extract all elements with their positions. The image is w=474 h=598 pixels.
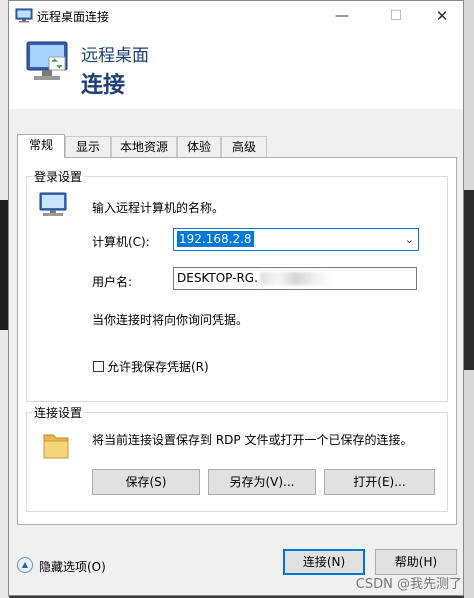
- rdp-window: 远程桌面连接 — ☐ ✕ 远程桌面 连接 常规 显示 本地资源 体验 高级 登录…: [8, 0, 464, 596]
- username-field[interactable]: DESKTOP-RG.: [173, 267, 417, 290]
- chevron-down-icon[interactable]: ⌄: [405, 229, 414, 250]
- save-credentials-checkbox[interactable]: [93, 361, 104, 372]
- credentials-info: 当你连接时将向你询问凭据。: [92, 313, 249, 327]
- login-settings-group: 登录设置 输入远程计算机的名称。 计算机(C): 192.168.2.8 ⌄ 用…: [26, 168, 448, 402]
- tab-advanced[interactable]: 高级: [221, 136, 267, 157]
- folder-icon: [43, 434, 69, 459]
- login-settings-label: 登录设置: [32, 168, 85, 185]
- remote-desktop-monitor-icon: [26, 41, 68, 80]
- tab-local-resources[interactable]: 本地资源: [111, 136, 177, 157]
- help-button[interactable]: 帮助(H): [375, 549, 457, 575]
- computer-icon: [39, 192, 67, 216]
- computer-label: 计算机(C):: [92, 235, 150, 249]
- username-label: 用户名:: [92, 275, 133, 289]
- tab-general[interactable]: 常规: [17, 134, 65, 158]
- close-button[interactable]: ✕: [419, 1, 465, 31]
- connection-settings-group: 连接设置 将当前连接设置保存到 RDP 文件或打开一个已保存的连接。 保存(S)…: [26, 404, 448, 512]
- login-prompt: 输入远程计算机的名称。: [92, 201, 225, 215]
- redacted-blur: [259, 272, 332, 285]
- save-as-button[interactable]: 另存为(V)...: [208, 469, 316, 495]
- chevron-up-icon[interactable]: ▲: [17, 557, 33, 573]
- remote-desktop-icon: [15, 8, 33, 23]
- window-title: 远程桌面连接: [37, 10, 110, 24]
- header-title-line2: 连接: [81, 73, 126, 98]
- computer-value: 192.168.2.8: [177, 231, 254, 247]
- watermark-text: CSDN @我先测了: [355, 577, 462, 592]
- tab-experience[interactable]: 体验: [177, 136, 221, 157]
- username-value: DESKTOP-RG.: [177, 271, 258, 285]
- background-app-right: [464, 0, 474, 598]
- connection-desc: 将当前连接设置保存到 RDP 文件或打开一个已保存的连接。: [92, 433, 413, 447]
- connection-settings-label: 连接设置: [32, 404, 85, 421]
- minimize-button[interactable]: —: [319, 1, 365, 31]
- maximize-button[interactable]: ☐: [373, 1, 419, 31]
- computer-combobox[interactable]: 192.168.2.8 ⌄: [173, 228, 419, 251]
- hide-options-label[interactable]: 隐藏选项(O): [39, 558, 106, 575]
- general-tab-panel: 登录设置 输入远程计算机的名称。 计算机(C): 192.168.2.8 ⌄ 用…: [17, 157, 457, 525]
- header-title-line1: 远程桌面: [81, 46, 149, 66]
- header-banner: 远程桌面 连接: [9, 31, 463, 109]
- save-button[interactable]: 保存(S): [92, 469, 200, 495]
- tab-display[interactable]: 显示: [65, 136, 111, 157]
- save-credentials-label[interactable]: 允许我保存凭据(R): [107, 358, 209, 375]
- open-button[interactable]: 打开(E)...: [324, 469, 435, 495]
- title-bar[interactable]: 远程桌面连接 — ☐ ✕: [9, 1, 463, 31]
- connect-button[interactable]: 连接(N): [283, 549, 365, 575]
